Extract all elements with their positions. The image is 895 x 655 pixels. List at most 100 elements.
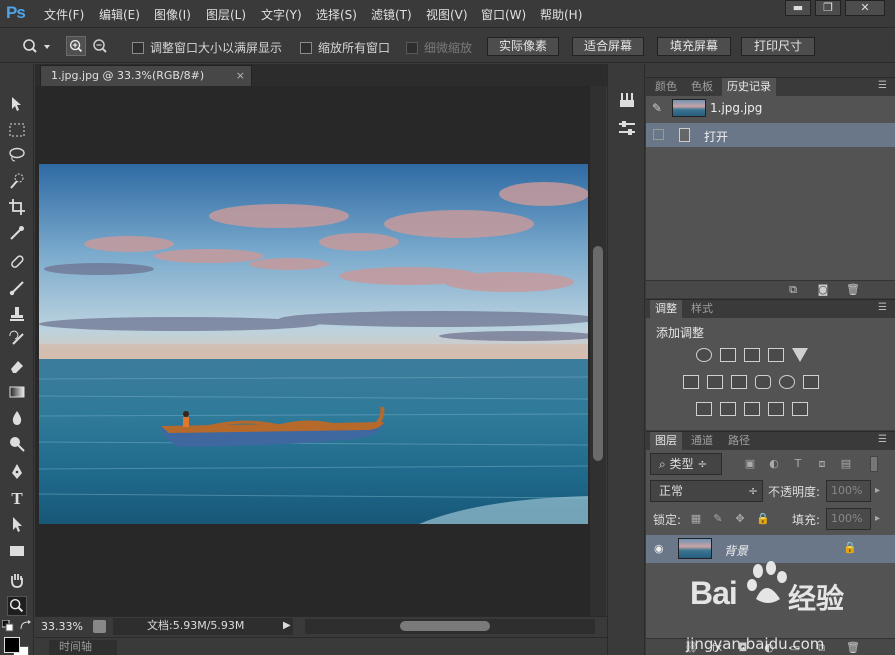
pixel-layer-filter-icon[interactable]: ▣ [744,458,756,470]
foreground-color-swatch[interactable] [4,637,20,653]
lock-all-icon[interactable]: 🔒 [756,513,770,525]
layer-style-icon[interactable]: fx [710,641,724,655]
menu-window[interactable]: 窗口(W) [481,6,540,23]
status-menu-arrow-icon[interactable]: ▶ [283,620,291,631]
exposure-icon[interactable] [768,348,784,362]
checkbox-box[interactable] [300,41,312,54]
horizontal-scrollbar[interactable] [305,619,595,634]
opacity-input[interactable]: 100% [826,480,871,502]
dodge-tool-icon[interactable] [7,434,27,454]
zoom-tool-preset-icon[interactable] [20,37,52,55]
link-layers-icon[interactable]: ⛓ [684,641,698,655]
move-tool-icon[interactable] [7,94,27,114]
new-snapshot-icon[interactable]: ◙ [816,283,830,297]
layer-name[interactable]: 背景 [724,542,748,559]
menu-select[interactable]: 选择(S) [316,6,371,23]
layer-filter-kind-select[interactable]: ⌕ 类型 ÷ [650,453,722,475]
tab-adjustments[interactable]: 调整 [650,300,682,318]
zoom-level[interactable]: 33.33% [41,620,83,633]
zoom-tool-icon[interactable] [7,596,27,616]
gradient-tool-icon[interactable] [7,382,27,402]
menu-image[interactable]: 图像(I) [154,6,206,23]
gradient-map-icon[interactable] [792,402,808,416]
new-group-icon[interactable]: ▭ [788,641,802,655]
brush-presets-icon[interactable] [617,90,637,110]
layer-row-background[interactable]: ◉ 背景 🔒 [646,535,895,563]
blend-mode-select[interactable]: 正常 ÷ [650,480,763,502]
eye-icon[interactable]: ◉ [654,542,668,556]
zoom-out-icon[interactable] [90,36,110,56]
default-colors-icon[interactable] [2,620,14,632]
smart-object-filter-icon[interactable]: ▤ [840,458,852,470]
eyedropper-tool-icon[interactable] [7,223,27,243]
fit-screen-button[interactable]: 适合屏幕 [572,37,644,56]
brightness-contrast-icon[interactable] [696,348,712,362]
vertical-scrollbar[interactable] [590,86,606,616]
levels-icon[interactable] [720,348,736,362]
crop-tool-icon[interactable] [7,197,27,217]
invert-icon[interactable] [696,402,712,416]
resize-windows-checkbox[interactable]: 调整窗口大小以满屏显示 [132,39,282,56]
delete-layer-icon[interactable]: 🗑 [846,641,860,655]
history-state-open[interactable]: 打开 [646,123,895,147]
minimize-button[interactable]: ▬ [785,0,811,16]
shape-layer-filter-icon[interactable]: ⧈ [816,458,828,470]
vertical-scroll-thumb[interactable] [593,246,603,461]
black-white-icon[interactable] [731,375,747,389]
tab-swatches[interactable]: 色板 [686,78,718,96]
new-layer-icon[interactable]: ⧉ [814,641,828,655]
curves-icon[interactable] [744,348,760,362]
actual-pixels-button[interactable]: 实际像素 [487,37,559,56]
close-button[interactable]: ✕ [845,0,885,16]
tab-timeline[interactable]: 时间轴 [49,640,117,655]
print-size-button[interactable]: 打印尺寸 [741,37,815,56]
menu-type[interactable]: 文字(Y) [261,6,316,23]
brush-tool-icon[interactable] [7,278,27,298]
document-tab[interactable]: 1.jpg.jpg @ 33.3%(RGB/8#) × [40,65,252,86]
lock-transparent-icon[interactable]: ▦ [690,513,702,525]
fill-input[interactable]: 100% [826,508,871,530]
canvas-area[interactable] [35,86,590,616]
color-lookup-icon[interactable] [803,375,819,389]
panel-menu-icon[interactable]: ☰ [878,80,887,91]
tab-paths[interactable]: 路径 [723,432,755,450]
adjustment-layer-filter-icon[interactable]: ◐ [768,458,780,470]
zoom-all-windows-checkbox[interactable]: 缩放所有窗口 [300,39,390,56]
tab-history[interactable]: 历史记录 [722,78,776,96]
vibrance-icon[interactable] [792,348,808,362]
rectangle-tool-icon[interactable] [7,541,27,561]
hue-saturation-icon[interactable] [683,375,699,389]
threshold-icon[interactable] [744,402,760,416]
history-brush-source-icon[interactable]: ✎ [652,101,662,115]
quick-selection-tool-icon[interactable] [7,171,27,191]
history-snapshot[interactable]: ✎ 1.jpg.jpg [646,96,895,120]
selective-color-icon[interactable] [768,402,784,416]
pen-tool-icon[interactable] [7,462,27,482]
horizontal-scroll-thumb[interactable] [400,621,490,631]
close-tab-icon[interactable]: × [236,66,245,85]
hand-tool-icon[interactable] [7,570,27,590]
type-layer-filter-icon[interactable]: T [792,458,804,470]
menu-view[interactable]: 视图(V) [426,6,481,23]
swap-colors-icon[interactable] [19,620,31,632]
new-adjustment-layer-icon[interactable]: ◐ [762,641,776,655]
panel-menu-icon[interactable]: ☰ [878,434,887,445]
lock-position-icon[interactable]: ✥ [734,513,746,525]
posterize-icon[interactable] [720,402,736,416]
blur-tool-icon[interactable] [7,408,27,428]
checkbox-box[interactable] [132,41,144,54]
history-source-checkbox[interactable] [653,129,664,140]
clone-stamp-tool-icon[interactable] [7,304,27,324]
opacity-dropdown-icon[interactable]: ▸ [875,485,880,496]
layer-filter-toggle[interactable] [870,456,878,472]
panel-menu-icon[interactable]: ☰ [878,302,887,313]
tab-channels[interactable]: 通道 [686,432,718,450]
channel-mixer-icon[interactable] [779,375,795,389]
history-brush-tool-icon[interactable] [7,330,27,350]
menu-layer[interactable]: 图层(L) [206,6,261,23]
zoom-in-icon[interactable] [66,36,86,56]
tab-layers[interactable]: 图层 [650,432,682,450]
tool-presets-icon[interactable] [617,118,637,138]
tab-styles[interactable]: 样式 [686,300,718,318]
lasso-tool-icon[interactable] [7,145,27,165]
